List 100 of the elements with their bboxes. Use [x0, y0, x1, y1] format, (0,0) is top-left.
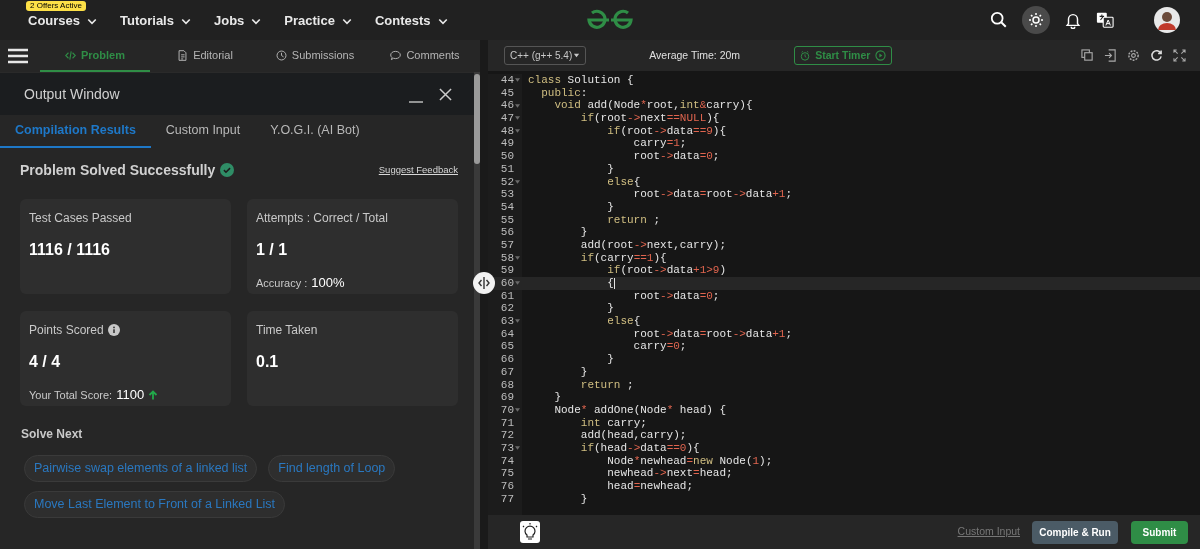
- feedback-link[interactable]: Suggest Feedback: [378, 162, 458, 178]
- fold-icon[interactable]: [515, 408, 520, 413]
- line-number: 57: [500, 238, 514, 252]
- code-line: add(head,carry);: [579, 429, 687, 442]
- code-line: else{: [606, 175, 641, 189]
- text-cursor: [613, 277, 615, 289]
- fold-icon[interactable]: [515, 129, 520, 134]
- line-number: 65: [500, 340, 514, 354]
- nav-menu-item[interactable]: Tutorials: [120, 11, 192, 31]
- alarm-clock-icon: [800, 50, 811, 61]
- line-number: 60: [500, 277, 514, 290]
- compile-run-button[interactable]: Compile & Run: [1032, 520, 1118, 544]
- search-icon[interactable]: [990, 11, 1008, 29]
- copy-icon[interactable]: [1081, 49, 1094, 62]
- code-line: public:: [540, 86, 588, 100]
- line-number: 62: [500, 302, 514, 316]
- nav-menu-item[interactable]: Courses: [28, 11, 99, 31]
- caret-icon: [573, 52, 581, 59]
- line-number: 66: [500, 353, 514, 366]
- code-line: carry=1;: [632, 137, 687, 151]
- chat-icon: [390, 49, 402, 61]
- custom-input-link[interactable]: Custom Input: [957, 524, 1020, 540]
- fold-icon[interactable]: [515, 103, 520, 108]
- stat-value: 1 / 1: [256, 240, 289, 260]
- nav-menu-item[interactable]: Practice: [284, 11, 353, 31]
- info-icon[interactable]: [107, 324, 120, 336]
- code-line: if(root->data==9){: [606, 124, 727, 138]
- check-circle-icon: [220, 163, 235, 177]
- import-icon[interactable]: [1104, 49, 1117, 62]
- fullscreen-icon[interactable]: [1173, 49, 1186, 62]
- scrollbar-thumb[interactable]: [474, 74, 480, 164]
- line-number: 68: [500, 378, 514, 392]
- output-tab[interactable]: Y.O.G.I. (AI Bot): [255, 115, 375, 148]
- average-time: Average Time: 20m: [649, 47, 741, 63]
- line-number: 74: [500, 454, 514, 468]
- code-line: }: [606, 302, 614, 316]
- status-message: Problem Solved Successfully: [20, 160, 216, 180]
- reset-icon[interactable]: [1150, 49, 1163, 62]
- close-icon[interactable]: [439, 87, 452, 101]
- language-dropdown[interactable]: C++ (g++ 5.4): [504, 46, 587, 65]
- fold-icon[interactable]: [515, 78, 520, 83]
- nav-menu-item[interactable]: Jobs: [213, 11, 263, 31]
- detail-label: Accuracy :: [256, 275, 308, 291]
- problem-tab[interactable]: Editorial: [150, 40, 260, 72]
- theme-toggle-icon[interactable]: [1022, 6, 1050, 34]
- settings-icon[interactable]: [1127, 49, 1140, 62]
- code-line: root->data=0;: [632, 289, 720, 303]
- avatar-icon[interactable]: [1154, 7, 1180, 33]
- output-tab[interactable]: Custom Input: [150, 115, 256, 148]
- document-icon: [177, 49, 189, 61]
- line-number: 70: [500, 403, 514, 417]
- line-number: 71: [500, 416, 514, 430]
- code-line: if(head->data==0){: [579, 441, 700, 455]
- code-line: int carry;: [579, 416, 647, 430]
- submit-button[interactable]: Submit: [1131, 520, 1188, 544]
- line-number: 56: [500, 226, 514, 239]
- line-number: 75: [500, 467, 514, 480]
- stat-label: Points Scored: [29, 322, 104, 339]
- line-number: 54: [500, 200, 514, 214]
- bell-icon[interactable]: [1064, 11, 1082, 29]
- code-line: }: [606, 200, 614, 214]
- stat-label: Time Taken: [256, 322, 318, 339]
- start-timer-button[interactable]: Start Timer: [794, 46, 893, 65]
- stat-label: Test Cases Passed: [29, 210, 132, 227]
- line-number: 53: [500, 188, 514, 201]
- stat-value: 4 / 4: [29, 352, 62, 372]
- window-title: Output Window: [24, 84, 121, 104]
- line-number: 61: [500, 289, 514, 303]
- stat-value: 1116 / 1116: [29, 240, 111, 260]
- line-number: 46: [500, 99, 514, 113]
- code-line: }: [606, 353, 614, 366]
- code-line: }: [579, 492, 588, 506]
- fold-icon[interactable]: [515, 116, 520, 121]
- nav-menu-item[interactable]: Contests: [374, 11, 449, 31]
- detail-label: Your Total Score:: [29, 387, 113, 403]
- code-line: root->data=root->data+1;: [632, 327, 793, 341]
- line-number: 52: [500, 175, 514, 189]
- fold-icon[interactable]: [515, 446, 520, 451]
- line-number: 51: [500, 162, 514, 176]
- problem-tab[interactable]: Comments: [370, 40, 480, 72]
- detail-value: 100%: [311, 274, 345, 292]
- code-line: {: [606, 277, 614, 290]
- code-line: }: [579, 226, 588, 239]
- fold-icon[interactable]: [515, 319, 520, 324]
- line-number: 73: [500, 441, 514, 455]
- code-line: newhead->next=head;: [606, 467, 733, 480]
- translate-icon[interactable]: [1096, 11, 1114, 29]
- detail-value: 1100: [116, 386, 145, 404]
- logo-icon[interactable]: [585, 9, 635, 31]
- stat-label: Attempts : Correct / Total: [256, 210, 388, 227]
- problem-tab[interactable]: Submissions: [260, 40, 370, 72]
- fold-icon[interactable]: [515, 179, 520, 184]
- line-number: 69: [500, 391, 514, 404]
- code-line: return ;: [606, 213, 661, 227]
- fold-icon[interactable]: [515, 255, 520, 260]
- lightbulb-icon[interactable]: [520, 521, 540, 543]
- fold-icon[interactable]: [515, 281, 520, 286]
- line-number: 48: [500, 124, 514, 138]
- menu-icon[interactable]: [8, 48, 28, 64]
- line-number: 44: [500, 74, 514, 87]
